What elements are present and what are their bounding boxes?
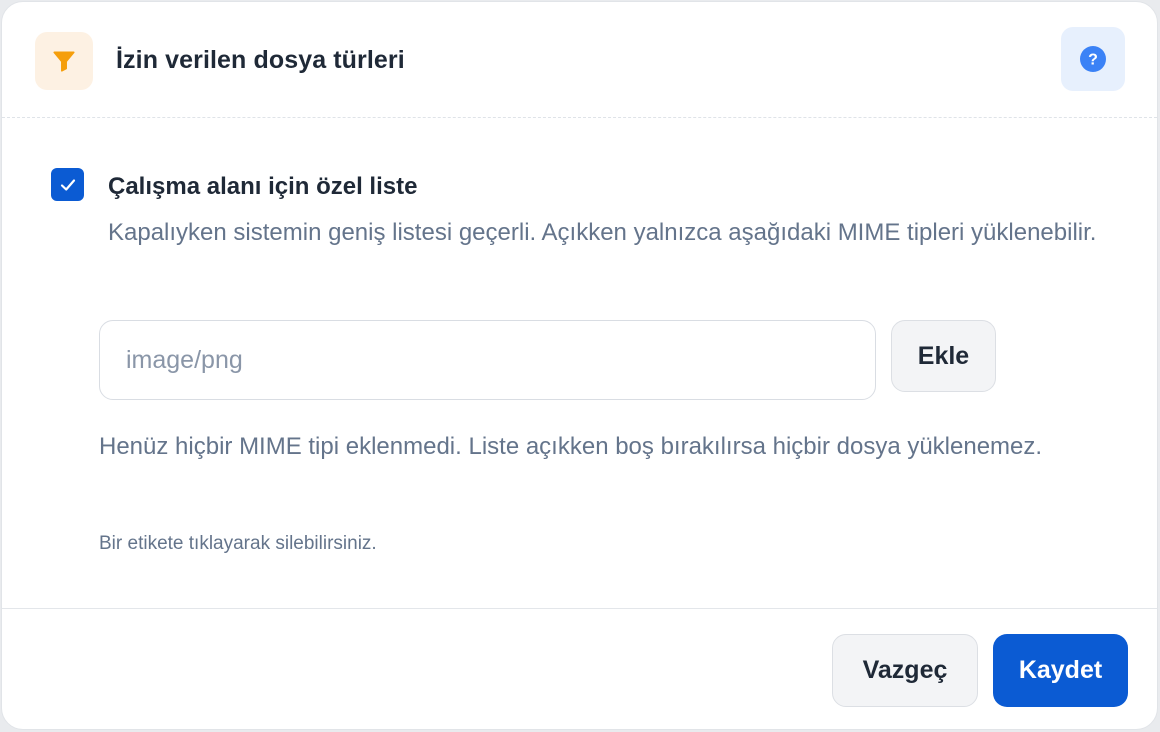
custom-list-checkbox[interactable] [51,168,84,201]
custom-list-description: Kapalıyken sistemin geniş listesi geçerl… [108,219,1097,246]
custom-list-label: Çalışma alanı için özel liste [108,173,418,200]
file-types-dialog: İzin verilen dosya türleri ? Çalışma ala… [1,1,1158,730]
empty-list-message: Henüz hiçbir MIME tipi eklenmedi. Liste … [99,433,1043,460]
mime-type-input[interactable] [99,320,876,400]
delete-hint: Bir etikete tıklayarak silebilirsiniz. [99,533,377,554]
dialog-footer: Vazgeç Kaydet [2,608,1157,729]
cancel-button[interactable]: Vazgeç [832,634,978,707]
dialog-header: İzin verilen dosya türleri ? [2,2,1157,118]
help-circle-icon: ? [1080,46,1106,72]
svg-text:?: ? [1088,52,1098,69]
help-button[interactable]: ? [1061,27,1125,91]
filter-icon [35,32,93,90]
dialog-title: İzin verilen dosya türleri [116,46,405,74]
checkmark-icon [60,178,75,191]
add-mime-button[interactable]: Ekle [891,320,996,392]
save-button[interactable]: Kaydet [993,634,1128,707]
